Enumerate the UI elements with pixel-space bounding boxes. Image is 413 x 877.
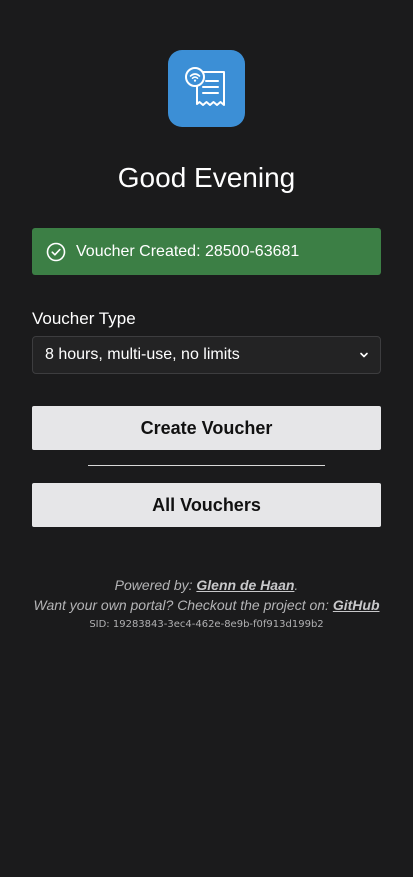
voucher-type-label: Voucher Type xyxy=(32,309,136,328)
powered-by-prefix: Powered by: xyxy=(114,577,197,593)
divider xyxy=(88,465,325,466)
voucher-type-selected-value: 8 hours, multi-use, no limits xyxy=(45,346,240,363)
receipt-wifi-icon xyxy=(184,66,225,106)
chevron-down-icon xyxy=(358,349,370,361)
powered-by-suffix: . xyxy=(294,577,299,593)
voucher-type-select[interactable]: 8 hours, multi-use, no limits xyxy=(32,336,381,374)
project-promo-text: Want your own portal? Checkout the proje… xyxy=(0,597,413,613)
github-link[interactable]: GitHub xyxy=(333,597,380,613)
powered-by-text: Powered by: Glenn de Haan. xyxy=(0,577,413,593)
alert-text: Voucher Created: 28500-63681 xyxy=(76,242,300,260)
all-vouchers-button[interactable]: All Vouchers xyxy=(32,483,381,527)
app-logo-icon xyxy=(168,50,245,127)
voucher-created-alert: Voucher Created: 28500-63681 xyxy=(32,228,381,275)
check-circle-icon xyxy=(46,242,66,262)
create-voucher-button[interactable]: Create Voucher xyxy=(32,406,381,450)
session-id-text: SID: 19283843-3ec4-462e-8e9b-f0f913d199b… xyxy=(89,619,324,630)
author-link[interactable]: Glenn de Haan xyxy=(196,577,294,593)
project-promo-prefix: Want your own portal? Checkout the proje… xyxy=(33,597,333,613)
greeting-title: Good Evening xyxy=(117,162,296,193)
